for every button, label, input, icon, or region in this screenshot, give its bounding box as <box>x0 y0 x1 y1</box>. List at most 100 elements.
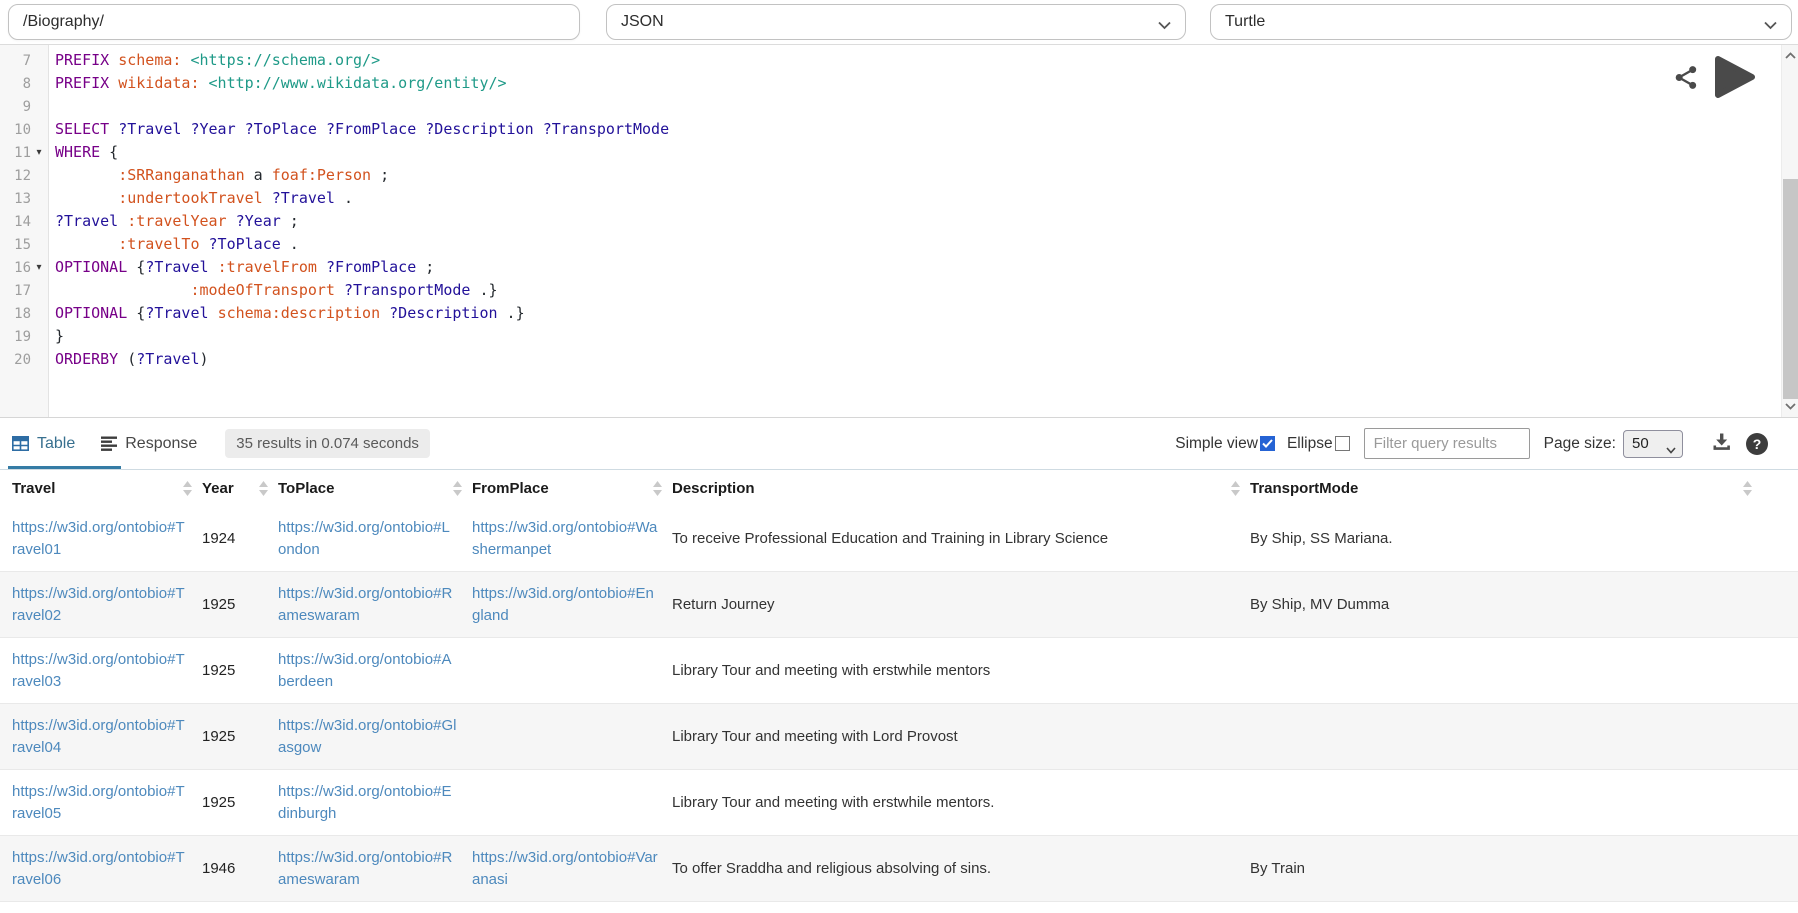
column-header-toplace[interactable]: ToPlace <box>278 480 472 497</box>
line-number: 11 <box>0 145 31 161</box>
code-token-pl: a <box>245 166 272 184</box>
graph-select[interactable]: Turtle <box>1210 4 1792 40</box>
scrollbar-thumb[interactable] <box>1783 179 1798 399</box>
code-line[interactable]: WHERE { <box>55 141 1781 164</box>
code-token-pn: wikidata: <box>118 74 199 92</box>
code-token-pl: ; <box>371 166 389 184</box>
code-line[interactable]: SELECT ?Travel ?Year ?ToPlace ?FromPlace… <box>55 118 1781 141</box>
column-header-year[interactable]: Year <box>202 480 278 497</box>
column-header-label: FromPlace <box>472 480 549 497</box>
code-token-pl <box>209 258 218 276</box>
cell-to-link[interactable]: https://w3id.org/ontobio#Glasgow <box>278 715 472 759</box>
cell-travel-link[interactable]: https://w3id.org/ontobio#Travel01 <box>12 517 202 561</box>
code-token-kw: ORDERBY <box>55 350 118 368</box>
topbar: JSON Turtle <box>0 0 1798 44</box>
page-size-select[interactable]: 50 <box>1623 430 1683 458</box>
cell-year: 1946 <box>202 858 278 880</box>
cell-travel-link[interactable]: https://w3id.org/ontobio#Travel02 <box>12 583 202 627</box>
column-header-label: Description <box>672 480 755 497</box>
gutter-line: 11▾ <box>0 141 48 164</box>
filter-results-input[interactable] <box>1364 428 1530 459</box>
cell-travel-link[interactable]: https://w3id.org/ontobio#Travel03 <box>12 649 202 693</box>
gutter-line: 18 <box>0 302 48 325</box>
format-select[interactable]: JSON <box>606 4 1186 40</box>
share-icon <box>1676 66 1695 88</box>
ellipse-checkbox[interactable] <box>1335 436 1350 451</box>
column-header-fromplace[interactable]: FromPlace <box>472 480 672 497</box>
code-line[interactable]: OPTIONAL {?Travel schema:description ?De… <box>55 302 1781 325</box>
gutter-line: 10 <box>0 118 48 141</box>
gutter-line: 17 <box>0 279 48 302</box>
endpoint-input[interactable] <box>8 4 580 40</box>
cell-to-link[interactable]: https://w3id.org/ontobio#Aberdeen <box>278 649 472 693</box>
gutter-line: 14 <box>0 210 48 233</box>
cell-to-link[interactable]: https://w3id.org/ontobio#Rameswaram <box>278 847 472 891</box>
results-table-header: TravelYear ToPlaceFromPlace Description Tra… <box>0 470 1798 506</box>
cell-travel-link[interactable]: https://w3id.org/ontobio#Travel06 <box>12 847 202 891</box>
cell-from-link[interactable]: https://w3id.org/ontobio#Washermanpet <box>472 517 672 561</box>
share-query-button[interactable] <box>1673 64 1700 91</box>
query-editor[interactable]: 7891011▾1213141516▾17181920 PREFIX schem… <box>0 44 1798 418</box>
editor-scrollbar[interactable] <box>1781 45 1798 417</box>
code-line[interactable] <box>55 95 1781 118</box>
code-line[interactable]: PREFIX schema: <https://schema.org/> <box>55 49 1781 72</box>
code-token-var: ?Year <box>236 212 281 230</box>
table-row: https://w3id.org/ontobio#Travel031925htt… <box>0 638 1798 704</box>
code-line[interactable]: PREFIX wikidata: <http://www.wikidata.or… <box>55 72 1781 95</box>
cell-from-link[interactable]: https://w3id.org/ontobio#Varanasi <box>472 847 672 891</box>
tab-table[interactable]: Table <box>12 418 75 469</box>
sort-icon <box>259 481 268 496</box>
code-line[interactable]: :undertookTravel ?Travel . <box>55 187 1781 210</box>
code-line[interactable]: :SRRanganathan a foaf:Person ; <box>55 164 1781 187</box>
sort-icon <box>653 481 662 496</box>
code-token-pl <box>335 281 344 299</box>
download-results-button[interactable] <box>1711 431 1732 457</box>
gutter-line: 19 <box>0 325 48 348</box>
column-header-travel[interactable]: Travel <box>12 480 202 497</box>
column-header-description[interactable]: Description <box>672 480 1250 497</box>
cell-year: 1925 <box>202 792 278 814</box>
cell-from-link[interactable]: https://w3id.org/ontobio#England <box>472 583 672 627</box>
cell-travel-link[interactable]: https://w3id.org/ontobio#Travel05 <box>12 781 202 825</box>
fold-arrow-icon[interactable]: ▾ <box>31 256 47 279</box>
code-token-var: ?Travel <box>118 120 181 138</box>
code-line[interactable]: :travelTo ?ToPlace . <box>55 233 1781 256</box>
code-token-pn: foaf:Person <box>272 166 371 184</box>
code-line[interactable]: ?Travel :travelYear ?Year ; <box>55 210 1781 233</box>
code-token-var: ?Travel <box>145 304 208 322</box>
table-row: https://w3id.org/ontobio#Travel021925htt… <box>0 572 1798 638</box>
gutter-line: 7 <box>0 49 48 72</box>
code-line[interactable]: :modeOfTransport ?TransportMode .} <box>55 279 1781 302</box>
code-token-pl <box>209 304 218 322</box>
help-button[interactable]: ? <box>1746 433 1768 455</box>
code-token-var: ?FromPlace <box>326 258 416 276</box>
code-token-pl: .} <box>498 304 525 322</box>
code-line[interactable]: OPTIONAL {?Travel :travelFrom ?FromPlace… <box>55 256 1781 279</box>
code-line[interactable]: ORDERBY (?Travel) <box>55 348 1781 371</box>
cell-to-link[interactable]: https://w3id.org/ontobio#London <box>278 517 472 561</box>
code-token-pn: :travelFrom <box>218 258 317 276</box>
cell-to-link[interactable]: https://w3id.org/ontobio#Edinburgh <box>278 781 472 825</box>
run-query-button[interactable] <box>1714 55 1756 99</box>
scroll-up-arrow-icon[interactable] <box>1782 47 1798 64</box>
scroll-down-arrow-icon[interactable] <box>1782 398 1798 415</box>
cell-year: 1925 <box>202 726 278 748</box>
fold-arrow-icon[interactable]: ▾ <box>31 141 47 164</box>
cell-to-link[interactable]: https://w3id.org/ontobio#Rameswaram <box>278 583 472 627</box>
code-token-kw: PREFIX <box>55 74 109 92</box>
tab-response[interactable]: Response <box>101 418 197 469</box>
code-token-pl <box>55 235 118 253</box>
graph-select-value: Turtle <box>1225 13 1265 31</box>
column-header-transportmode[interactable]: TransportMode <box>1250 480 1762 497</box>
cell-travel-link[interactable]: https://w3id.org/ontobio#Travel04 <box>12 715 202 759</box>
code-token-var: ?Travel <box>55 212 118 230</box>
gutter-line: 13 <box>0 187 48 210</box>
code-line[interactable]: } <box>55 325 1781 348</box>
code-lines[interactable]: PREFIX schema: <https://schema.org/>PREF… <box>50 45 1781 417</box>
column-header-label: Year <box>202 480 234 497</box>
editor-gutter: 7891011▾1213141516▾17181920 <box>0 45 49 417</box>
simple-view-checkbox[interactable] <box>1260 436 1275 451</box>
code-token-pl <box>236 120 245 138</box>
code-token-pl <box>55 189 118 207</box>
code-token-pl <box>55 281 190 299</box>
